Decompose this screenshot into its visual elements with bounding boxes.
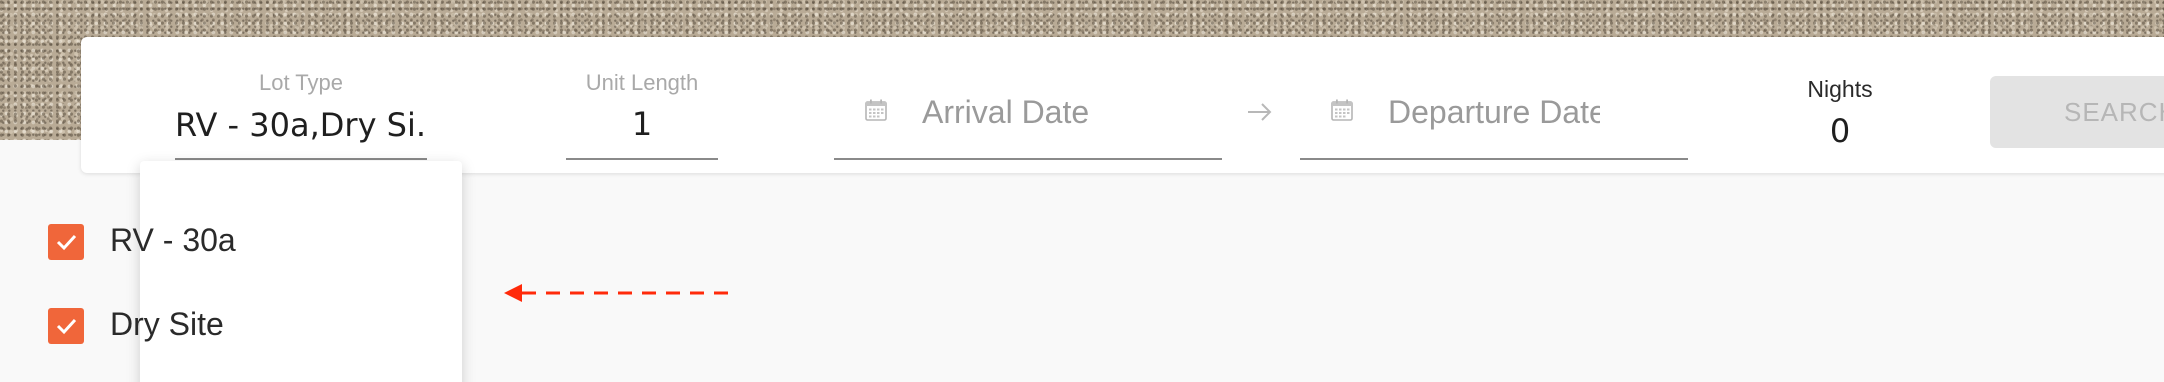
departure-date-underline: [1300, 158, 1688, 160]
checkmark-icon: [56, 234, 77, 251]
dashed-arrow-left-icon: [504, 284, 736, 302]
departure-date-field[interactable]: [1300, 88, 1688, 160]
arrow-right-icon: [1248, 103, 1272, 121]
nights-label: Nights: [1807, 76, 1873, 102]
dropdown-option-label: RV - 30a: [110, 222, 236, 258]
checkbox-checked[interactable]: [48, 224, 84, 260]
unit-length-input[interactable]: [566, 102, 718, 146]
lot-type-label: Lot Type: [259, 70, 343, 95]
checkbox-checked[interactable]: [48, 308, 84, 344]
lot-type-value: RV - 30a,Dry Si...: [175, 106, 427, 144]
arrival-date-field[interactable]: [834, 88, 1222, 160]
unit-length-label: Unit Length: [585, 70, 699, 95]
lot-type-dropdown: [140, 161, 462, 382]
dropdown-option-label: Dry Site: [110, 306, 224, 342]
search-button[interactable]: SEARCH: [1990, 76, 2164, 148]
dropdown-option-rv-30a[interactable]: RV - 30a: [48, 220, 288, 264]
arrival-date-input[interactable]: [922, 88, 1202, 136]
nights-display: Nights 0: [1780, 72, 1900, 152]
calendar-icon: [865, 99, 887, 121]
lot-type-underline: [175, 158, 427, 160]
dropdown-option-dry-site[interactable]: Dry Site: [48, 304, 288, 348]
checkmark-icon: [56, 318, 77, 335]
departure-date-input[interactable]: [1388, 88, 1600, 136]
lot-type-select[interactable]: Lot Type RV - 30a,Dry Si...: [175, 66, 427, 160]
page: Lot Type RV - 30a,Dry Si... Unit Length: [0, 0, 2164, 382]
unit-length-field: Unit Length: [566, 66, 718, 160]
calendar-icon: [1331, 99, 1353, 121]
arrival-date-underline: [834, 158, 1222, 160]
nights-value: 0: [1829, 112, 1851, 150]
unit-length-underline: [566, 158, 718, 160]
